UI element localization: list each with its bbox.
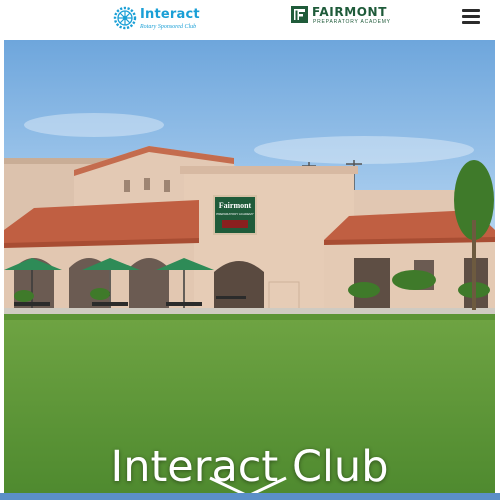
fairmont-logo[interactable]: FAIRMONT PREPARATORY ACADEMY [291,5,401,27]
fairmont-mark-icon [291,6,308,23]
fairmont-logo-name: FAIRMONT [312,5,387,19]
interact-logo[interactable]: Interact Rotary Sponsored Club [113,4,213,32]
fairmont-logo-subtitle: PREPARATORY ACADEMY [313,19,391,25]
interact-logo-tagline: Rotary Sponsored Club [140,24,197,30]
fairmont-campus-building-photo: Fairmont PREPARATORY ACADEMY [4,40,495,493]
site-header: Interact Rotary Sponsored Club FAIRMONT … [0,0,500,38]
hamburger-menu-icon[interactable] [462,9,480,25]
chevron-down-icon[interactable] [206,476,290,493]
hero-banner: Fairmont PREPARATORY ACADEMY Interact Cl… [4,40,495,493]
rotary-wheel-icon [113,6,137,30]
interact-logo-name: Interact [140,7,200,22]
sign-line: PREPARATORY ACADEMY [216,212,254,216]
sign-name: Fairmont [219,201,252,210]
bottom-band [0,493,500,500]
